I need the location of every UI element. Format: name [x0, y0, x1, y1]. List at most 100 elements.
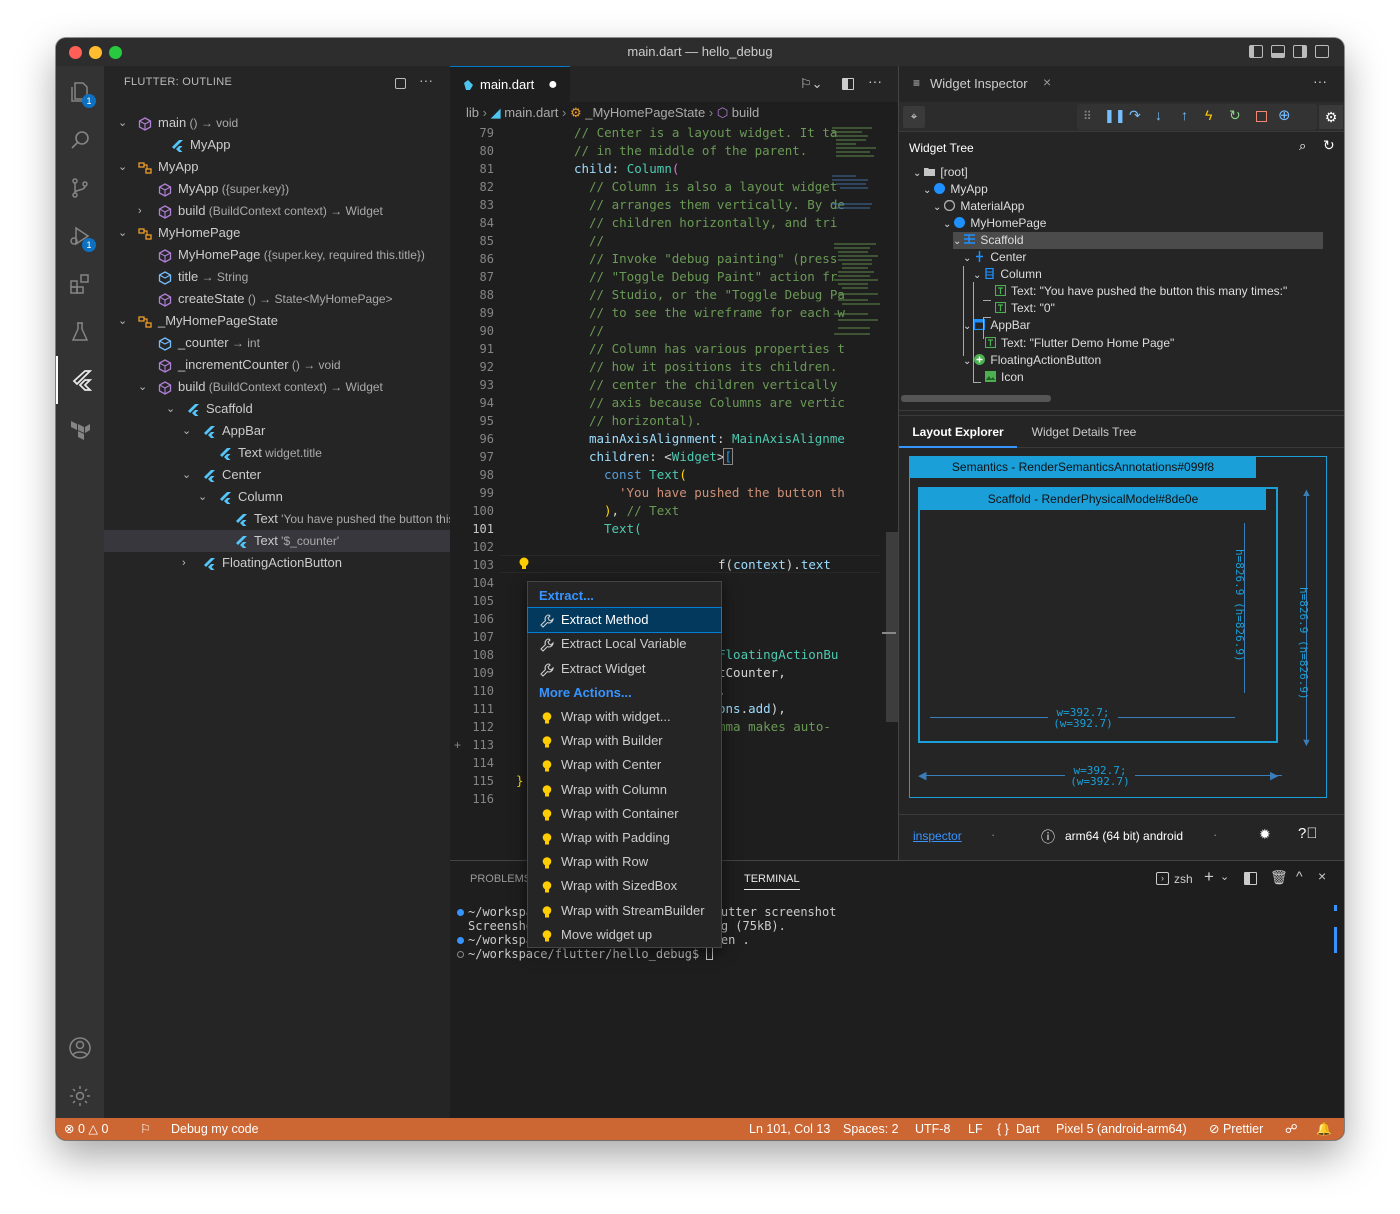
tab-terminal[interactable]: TERMINAL [744, 873, 800, 890]
code-line[interactable]: // horizontal). [589, 413, 702, 428]
collapse-all-icon[interactable] [395, 78, 406, 89]
line-endings[interactable]: LF [968, 1118, 983, 1140]
chevron-down-icon[interactable]: ⌄ [933, 202, 941, 213]
code-line[interactable]: const Text( [604, 467, 687, 482]
chevron-down-icon[interactable]: ⌄ [963, 356, 971, 367]
menu-item[interactable]: Wrap with Column [528, 778, 721, 802]
code-line[interactable]: Text( [604, 521, 642, 536]
outline-item[interactable]: Text widget.title [104, 442, 450, 464]
prettier-status[interactable]: ⊘ Prettier [1209, 1118, 1263, 1140]
tab-layout-explorer[interactable]: Layout Explorer [899, 418, 1017, 448]
chevron-down-icon[interactable]: ⌄ [182, 464, 196, 486]
run-debug-icon[interactable]: 1 [56, 212, 104, 260]
widget-tree-node[interactable]: ⌄ Column [973, 266, 1042, 283]
code-line[interactable]: FloatingActionBu [718, 647, 838, 662]
chevron-down-icon[interactable]: ⌄ [118, 112, 132, 134]
outline-item[interactable]: ⌄ _MyHomePageState [104, 310, 450, 332]
tree-horizontal-scrollbar[interactable] [901, 395, 1051, 402]
tab-problems[interactable]: PROBLEMS [470, 873, 531, 885]
split-editor-icon[interactable] [842, 78, 854, 90]
outline-item[interactable]: MyHomePage ({super.key, required this.ti… [104, 244, 450, 266]
outline-item[interactable]: ⌄ Center [104, 464, 450, 486]
widget-tree-node[interactable]: ⌄ MaterialApp [933, 198, 1024, 215]
widget-tree-node[interactable]: Text: "Flutter Demo Home Page" [985, 335, 1174, 352]
tree-search-icon[interactable]: ⌕ [1299, 138, 1306, 154]
code-line[interactable]: 'You have pushed the button th [619, 485, 845, 500]
outline-item[interactable]: Text 'You have pushed the button this ..… [104, 508, 468, 530]
minimap[interactable] [830, 124, 886, 354]
code-line[interactable]: // Column is also a layout widget [589, 179, 837, 194]
code-line[interactable]: // [589, 323, 604, 338]
help-icon[interactable]: ?⃝ [1298, 825, 1318, 842]
outline-item[interactable]: ⌄ main () → void [104, 112, 450, 134]
outline-item[interactable]: ⌄ MyHomePage [104, 222, 450, 244]
menu-item[interactable]: Wrap with Center [528, 753, 721, 777]
step-over-icon[interactable]: ↷ [1129, 107, 1141, 124]
chevron-down-icon[interactable]: ⌄ [166, 398, 180, 420]
code-line[interactable]: mainAxisAlignment: MainAxisAlignme [589, 431, 845, 446]
testing-icon[interactable] [56, 308, 104, 356]
chevron-down-icon[interactable]: ⌄ [923, 185, 931, 196]
command-status-dot[interactable] [457, 951, 464, 958]
widget-tree-node[interactable]: ⌄ MyHomePage [943, 215, 1046, 232]
outline-item[interactable]: Text '$_counter' [104, 530, 450, 552]
inspector-link[interactable]: inspector [913, 829, 962, 843]
code-line[interactable]: mma makes auto- [718, 719, 831, 734]
customize-layout-icon[interactable] [1315, 45, 1329, 58]
breadcrumb-class[interactable]: _MyHomePageState [585, 105, 705, 120]
step-out-icon[interactable]: ↑ [1181, 107, 1188, 123]
split-handle[interactable] [899, 410, 1344, 416]
source-control-icon[interactable] [56, 164, 104, 212]
menu-item[interactable]: Extract Method [527, 607, 722, 634]
debug-launch-icon[interactable]: ⚐ [140, 1118, 151, 1140]
chevron-down-icon[interactable]: ⌄ [198, 486, 212, 508]
inspector-tab-label[interactable]: Widget Inspector [930, 76, 1028, 91]
pause-icon[interactable]: ❚❚ [1104, 108, 1126, 124]
flutter-icon[interactable] [56, 356, 104, 404]
widget-tree-node[interactable]: ⌄ FloatingActionButton [963, 352, 1101, 369]
chevron-down-icon[interactable]: ⌄ [118, 156, 132, 178]
chevron-down-icon[interactable]: ⌄ [118, 222, 132, 244]
command-status-dot[interactable] [457, 937, 464, 944]
split-terminal-icon[interactable] [1244, 872, 1257, 885]
command-status-dot[interactable] [457, 909, 464, 916]
outline-item[interactable]: › build (BuildContext context) → Widget [104, 200, 450, 222]
code-line[interactable]: } [516, 773, 524, 788]
outline-item[interactable]: MyApp ({super.key}) [104, 178, 450, 200]
code-line[interactable]: // children horizontally, and tri [589, 215, 837, 230]
chevron-down-icon[interactable]: ⌄ [182, 420, 196, 442]
breadcrumb-lib[interactable]: lib [466, 105, 479, 120]
inspector-settings-gear-icon[interactable]: ⚙ [1319, 105, 1343, 129]
bug-icon[interactable]: ✹ [1259, 826, 1271, 843]
chevron-down-icon[interactable]: ⌄ [953, 236, 961, 247]
code-line[interactable]: children: <Widget>[ [589, 448, 733, 465]
search-icon[interactable] [56, 116, 104, 164]
menu-item[interactable]: Wrap with SizedBox [528, 874, 721, 898]
menu-section-header[interactable]: More Actions... [528, 681, 721, 705]
notifications-bell-icon[interactable]: 🔔 [1316, 1118, 1332, 1140]
widget-tree-node[interactable]: ⌄ MyApp [923, 181, 988, 198]
add-comment-icon[interactable]: + [454, 738, 461, 752]
layout-inner-box[interactable]: Scaffold - RenderPhysicalModel#8de0e h=8… [918, 487, 1278, 743]
lightbulb-icon[interactable] [518, 557, 530, 571]
code-line[interactable]: // how it positions its children. [589, 359, 837, 374]
toggle-panel-icon[interactable] [1271, 45, 1285, 58]
menu-item[interactable]: Wrap with Row [528, 850, 721, 874]
widget-tree-node[interactable]: Icon [985, 369, 1024, 386]
code-line[interactable]: // Invoke "debug painting" (press [589, 251, 837, 266]
shell-name[interactable]: zsh [1174, 872, 1193, 886]
manage-gear-icon[interactable] [56, 1072, 104, 1120]
run-debug-dropdown-icon[interactable]: ⚐⌄ [800, 76, 823, 92]
chevron-down-icon[interactable]: ⌄ [118, 310, 132, 332]
close-window-button[interactable] [69, 46, 82, 59]
code-line[interactable]: // to see the wireframe for each w [589, 305, 845, 320]
breadcrumb-method[interactable]: build [732, 105, 759, 120]
menu-item[interactable]: Move widget up [528, 923, 721, 947]
outline-item[interactable]: _incrementCounter () → void [104, 354, 450, 376]
zoom-window-button[interactable] [109, 46, 122, 59]
terraform-icon[interactable] [56, 404, 104, 452]
widget-tree-node[interactable]: ⌄ [root] [913, 164, 968, 181]
inspector-more-icon[interactable]: ··· [1313, 73, 1327, 89]
menu-item[interactable]: Wrap with Builder [528, 729, 721, 753]
outline-item[interactable]: ⌄ Scaffold [104, 398, 450, 420]
